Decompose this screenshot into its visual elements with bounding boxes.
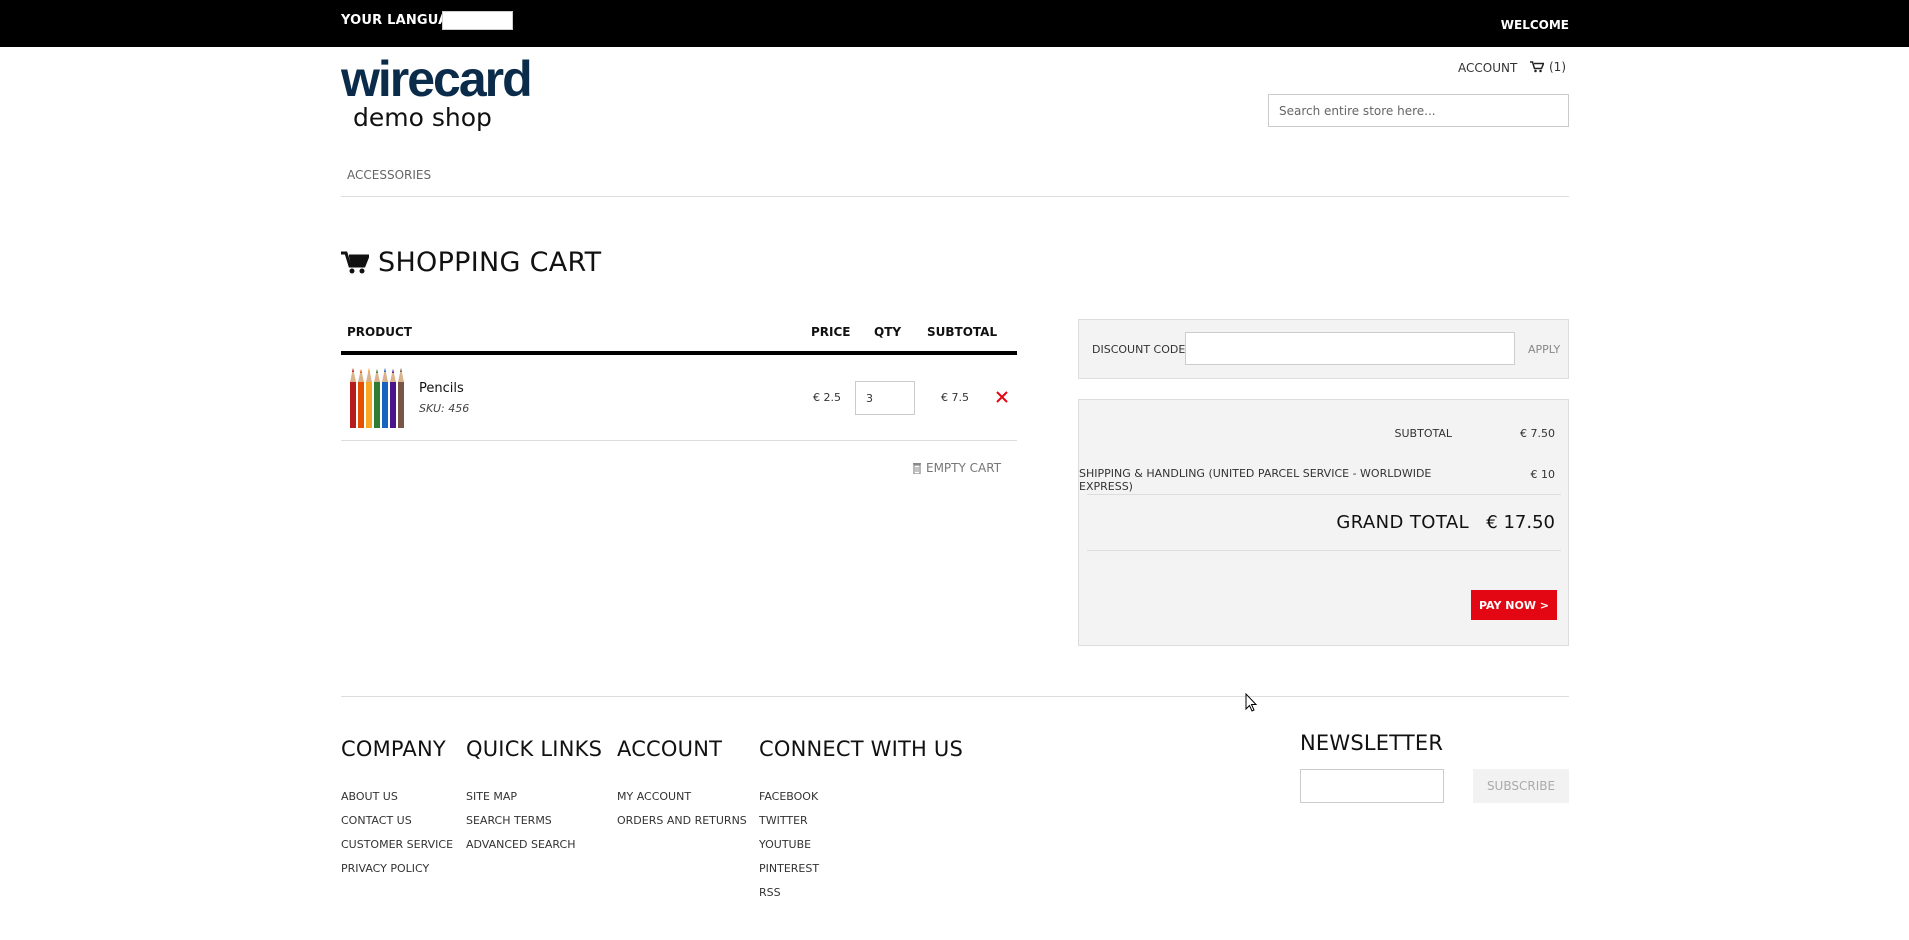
cart-count: (1) [1549,60,1566,74]
trash-icon [913,463,921,474]
pay-now-button[interactable]: PAY NOW > [1471,590,1557,620]
footer-link-search-terms[interactable]: SEARCH TERMS [466,814,552,827]
language-select[interactable] [442,11,513,30]
subtotal-value: € 7.50 [1520,427,1555,440]
shipping-label: SHIPPING & HANDLING (UNITED PARCEL SERVI… [1079,467,1432,493]
footer-heading-quick-links: QUICK LINKS [466,737,603,761]
footer-link-rss[interactable]: RSS [759,886,781,899]
footer-link-twitter[interactable]: TWITTER [759,814,808,827]
quantity-input[interactable] [855,381,915,415]
footer-link-facebook[interactable]: FACEBOOK [759,790,818,803]
welcome-text: WELCOME [1500,18,1569,32]
discount-code-input[interactable] [1185,332,1515,365]
column-header-product: PRODUCT [347,325,412,339]
footer-link-orders-and-returns[interactable]: ORDERS AND RETURNS [617,814,747,827]
footer-link-contact-us[interactable]: CONTACT US [341,814,412,827]
column-header-qty: QTY [874,325,902,339]
totals-divider [1087,550,1561,551]
footer-heading-connect: CONNECT WITH US [759,737,963,761]
footer-heading-account: ACCOUNT [617,737,723,761]
top-bar: YOUR LANGUAGE: WELCOME [0,0,1909,47]
product-name[interactable]: Pencils [419,381,464,396]
table-header-rule [341,351,1017,355]
empty-cart-button[interactable]: EMPTY CART [912,461,1001,475]
remove-item-icon[interactable] [995,390,1009,404]
empty-cart-label: EMPTY CART [926,461,1002,475]
footer-link-customer-service[interactable]: CUSTOMER SERVICE [341,838,453,851]
logo-subtitle: demo shop [353,103,492,132]
footer-link-site-map[interactable]: SITE MAP [466,790,517,803]
mouse-cursor-icon [1245,693,1258,712]
footer-link-about-us[interactable]: ABOUT US [341,790,398,803]
newsletter-email-input[interactable] [1300,769,1444,803]
mini-cart-link[interactable]: (1) [1530,60,1566,74]
product-sku: SKU: 456 [419,402,470,415]
footer-link-pinterest[interactable]: PINTEREST [759,862,819,875]
nav-item-accessories[interactable]: ACCESSORIES [347,168,431,182]
footer-link-my-account[interactable]: MY ACCOUNT [617,790,691,803]
product-price: € 2.5 [813,391,841,404]
footer-heading-newsletter: NEWSLETTER [1300,731,1444,755]
discount-panel: DISCOUNT CODES APPLY [1078,319,1569,379]
footer-link-youtube[interactable]: YOUTUBE [759,838,811,851]
column-header-price: PRICE [811,325,851,339]
page-title-text: SHOPPING CART [378,247,602,278]
logo-brand: wirecard [341,51,533,107]
page-title: SHOPPING CART [341,247,601,278]
account-link[interactable]: ACCOUNT [1458,61,1517,75]
totals-panel: SUBTOTAL € 7.50 SHIPPING & HANDLING (UNI… [1078,399,1569,646]
footer-heading-company: COMPANY [341,737,446,761]
cart-icon [1530,61,1544,73]
footer-divider [341,696,1569,697]
nav-divider [341,196,1569,197]
shipping-value: € 10 [1530,468,1556,481]
subscribe-button[interactable]: SUBSCRIBE [1473,769,1569,803]
column-header-subtotal: SUBTOTAL [927,325,998,339]
apply-discount-button[interactable]: APPLY [1528,343,1560,356]
grand-total-value: € 17.50 [1486,512,1555,533]
site-logo[interactable]: wirecard demo shop [341,54,546,140]
search-input[interactable] [1268,94,1569,127]
product-thumbnail[interactable] [346,366,407,428]
product-subtotal: € 7.5 [941,391,969,404]
grand-total-label: GRAND TOTAL [1336,512,1469,533]
footer-link-advanced-search[interactable]: ADVANCED SEARCH [466,838,575,851]
discount-label: DISCOUNT CODES [1092,343,1193,356]
cart-icon [341,251,369,273]
subtotal-label: SUBTOTAL [1394,427,1452,440]
totals-divider [1087,494,1561,495]
footer-link-privacy-policy[interactable]: PRIVACY POLICY [341,862,429,875]
row-divider [341,440,1017,441]
